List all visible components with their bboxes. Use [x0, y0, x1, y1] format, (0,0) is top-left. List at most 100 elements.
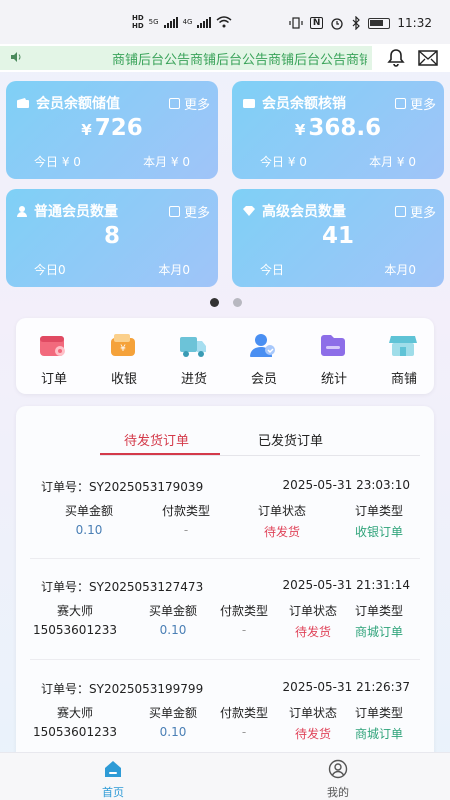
- card-title: 普通会员数量: [16, 201, 118, 221]
- order-buyer: 赛大师 15053601233: [30, 704, 120, 739]
- order-type: 订单类型 收银订单: [339, 502, 419, 540]
- card-icon: [243, 99, 255, 108]
- order-pay-type: 付款类型 -: [146, 502, 226, 537]
- card-title: 会员余额核销: [242, 93, 346, 113]
- more-link[interactable]: 更多: [394, 94, 436, 113]
- carousel-dots: [210, 298, 242, 307]
- order-divider: [30, 659, 420, 660]
- member-icon: [250, 334, 275, 357]
- type-value: 商城订单: [354, 625, 403, 639]
- home-icon: [105, 761, 121, 777]
- order-type: 订单类型 商城订单: [344, 704, 414, 742]
- order-item[interactable]: 订单号：SY2025053127473 2025-05-31 21:31:14 …: [16, 578, 434, 678]
- order-status: 订单状态 待发货: [278, 602, 348, 640]
- card-today: 今日 ¥ 0: [260, 155, 307, 169]
- quick-item-purchase[interactable]: 进货: [159, 318, 229, 394]
- quick-item-label: 商铺: [390, 372, 417, 387]
- nfc-icon: N: [309, 17, 324, 29]
- tab-shipped-orders[interactable]: 已发货订单: [258, 430, 323, 449]
- more-link[interactable]: 更多: [394, 202, 436, 221]
- order-amount: 买单金额 0.10: [138, 704, 208, 739]
- more-label: 更多: [183, 98, 210, 113]
- bell-icon[interactable]: [386, 48, 406, 68]
- clock: 11:32: [397, 16, 432, 30]
- amount-value: 0.10: [159, 725, 187, 739]
- card-regular-members[interactable]: 普通会员数量 更多 8 今日0 本月0: [6, 189, 218, 287]
- order-time: 2025-05-31 21:26:37: [282, 680, 410, 694]
- more-link[interactable]: 更多: [168, 202, 210, 221]
- network-4g-label: 4G: [182, 18, 193, 26]
- order-buyer: 赛大师 15053601233: [30, 602, 120, 637]
- pay-type-value: -: [241, 623, 247, 637]
- col-header: 付款类型: [219, 706, 268, 720]
- amount-value: 0.10: [75, 523, 103, 537]
- network-5g-label: 5G: [148, 18, 159, 26]
- battery-icon: [368, 17, 391, 29]
- col-header: 订单状态: [257, 504, 306, 518]
- quick-item-stats[interactable]: 统计: [299, 318, 369, 394]
- chart-icon: [394, 98, 406, 109]
- card-value: ¥368.6: [232, 115, 444, 141]
- order-status: 订单状态 待发货: [278, 704, 348, 742]
- truck-icon: [180, 337, 206, 357]
- card-month: 本月0: [384, 263, 416, 277]
- nav-mine[interactable]: 我的: [308, 759, 368, 800]
- quick-item-label: 进货: [180, 372, 207, 387]
- carousel-dot-1[interactable]: [210, 298, 219, 307]
- mail-icon[interactable]: [418, 50, 438, 66]
- card-premium-members[interactable]: 高级会员数量 更多 41 今日 本月0: [232, 189, 444, 287]
- card-title: 高级会员数量: [242, 201, 346, 221]
- tab-pending-orders[interactable]: 待发货订单: [124, 430, 189, 449]
- orders-panel: 待发货订单 已发货订单 订单号：SY2025053179039 2025-05-…: [16, 406, 434, 800]
- card-balance-redeemed[interactable]: 会员余额核销 更多 ¥368.6 今日 ¥ 0 本月 ¥ 0: [232, 81, 444, 179]
- carousel-dot-2[interactable]: [233, 298, 242, 307]
- card-value: 41: [232, 223, 444, 249]
- bottom-nav: 首页 我的: [0, 752, 450, 800]
- col-header: 付款类型: [219, 604, 268, 618]
- signal-icon-2: [197, 16, 212, 28]
- alarm-icon: [331, 18, 344, 30]
- order-pay-type: 付款类型 -: [209, 704, 279, 739]
- col-header: 买单金额: [148, 604, 197, 618]
- order-time: 2025-05-31 21:31:14: [282, 578, 410, 592]
- svg-text:¥: ¥: [120, 344, 126, 354]
- wallet-icon: [17, 98, 29, 108]
- notice-text[interactable]: 商铺后台公告商铺后台公告商铺后台公告商铺后台公告: [112, 49, 367, 68]
- more-label: 更多: [409, 98, 436, 113]
- hd-label-2: HD: [132, 22, 144, 30]
- buyer-name: 赛大师: [56, 604, 93, 618]
- card-value-number: 41: [321, 223, 354, 249]
- card-today: 今日 ¥ 0: [34, 155, 81, 169]
- hd-label-1: HD: [132, 14, 144, 22]
- more-label: 更多: [183, 206, 210, 221]
- order-item[interactable]: 订单号：SY2025053179039 2025-05-31 23:03:10 …: [16, 478, 434, 578]
- card-today: 今日: [260, 263, 285, 277]
- user-icon: [17, 206, 27, 217]
- quick-item-members[interactable]: 会员: [229, 318, 299, 394]
- order-number: 订单号：SY2025053179039: [41, 480, 204, 494]
- tab-active-indicator: [100, 453, 220, 455]
- col-header: 订单类型: [354, 604, 403, 618]
- quick-item-label: 会员: [250, 372, 277, 387]
- quick-item-cashier[interactable]: ¥ 收银: [89, 318, 159, 394]
- col-header: 买单金额: [148, 706, 197, 720]
- hd-badges: HD HD: [132, 14, 144, 30]
- wallet-icon: ¥: [111, 334, 135, 356]
- more-link[interactable]: 更多: [168, 94, 210, 113]
- pay-type-value: -: [183, 523, 189, 537]
- order-amount: 买单金额 0.10: [138, 602, 208, 637]
- pay-type-value: -: [241, 725, 247, 739]
- quick-menu: 订单 ¥ 收银 进货 会员 统计 商铺: [16, 318, 434, 394]
- nav-home-label: 首页: [102, 786, 124, 799]
- status-value: 待发货: [294, 625, 331, 639]
- nav-home[interactable]: 首页: [83, 759, 143, 800]
- chart-icon: [168, 206, 180, 217]
- card-title: 会员余额储值: [16, 93, 120, 113]
- quick-item-orders[interactable]: 订单: [19, 318, 89, 394]
- col-header: 订单类型: [354, 504, 403, 518]
- card-title-label: 普通会员数量: [34, 204, 118, 220]
- order-divider: [30, 558, 420, 559]
- signal-icon-1: [163, 16, 178, 28]
- quick-item-shop[interactable]: 商铺: [369, 318, 439, 394]
- card-balance-stored[interactable]: 会员余额储值 更多 ¥726 今日 ¥ 0 本月 ¥ 0: [6, 81, 218, 179]
